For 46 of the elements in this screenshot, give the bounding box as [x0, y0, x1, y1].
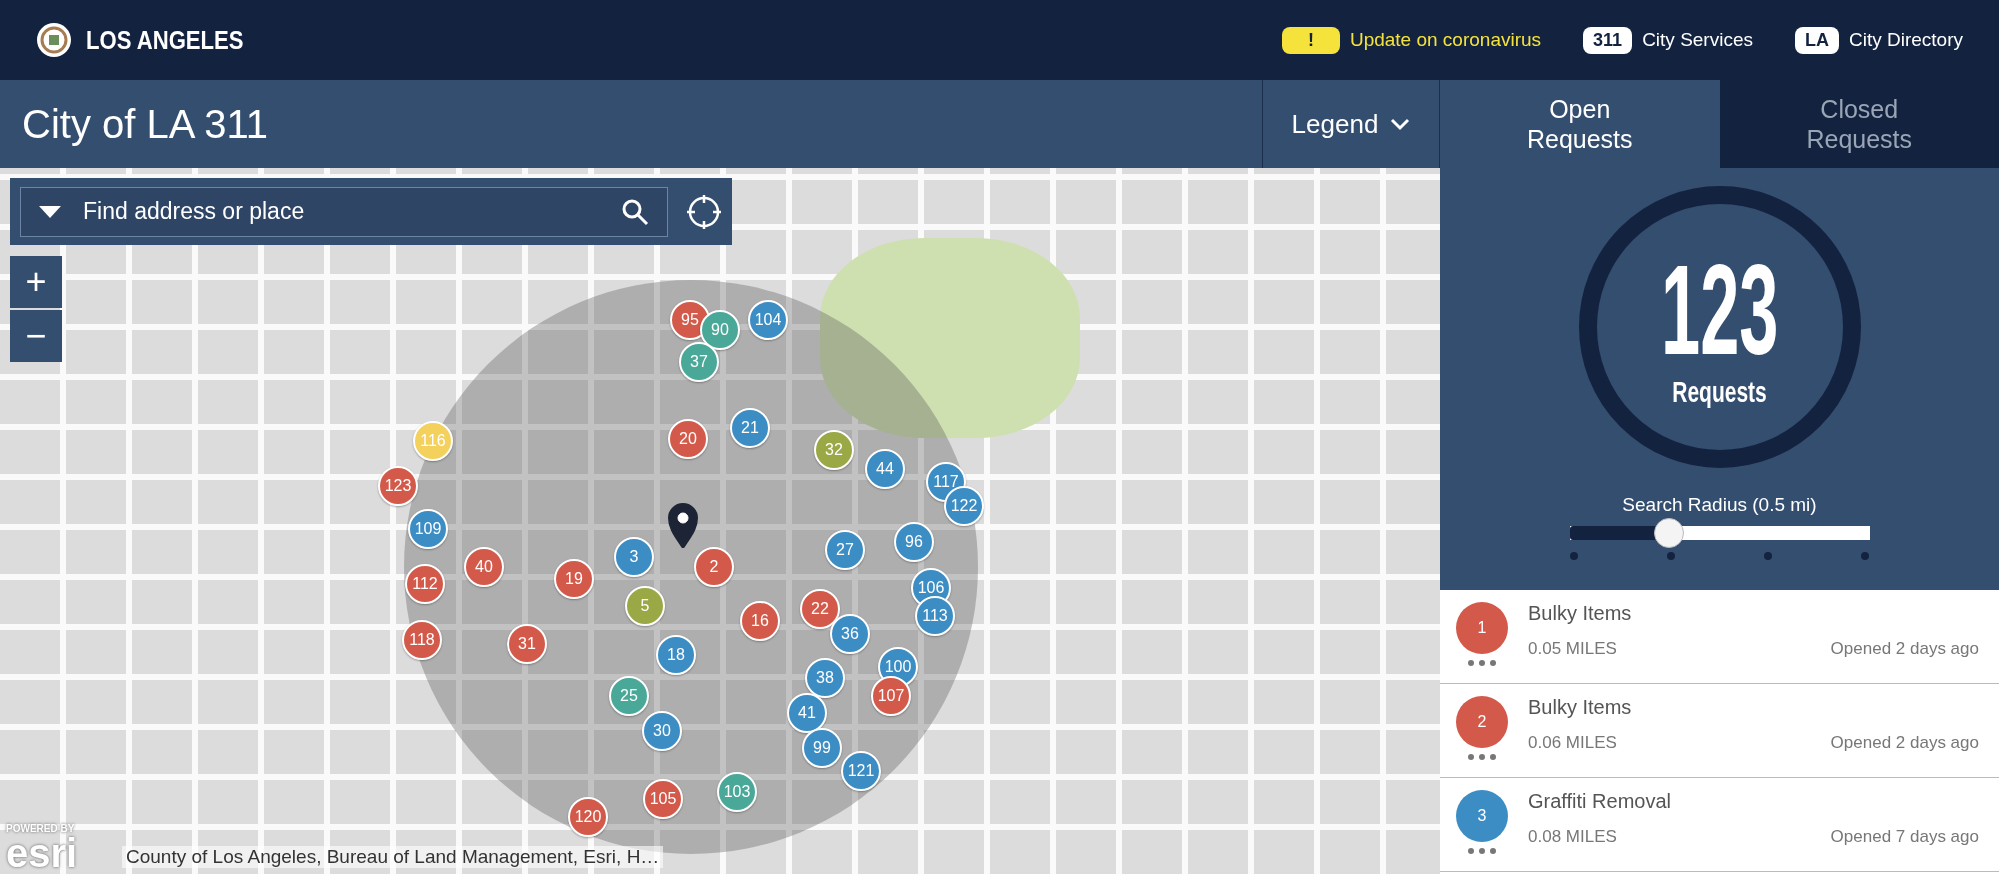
- request-count: 123: [1660, 245, 1779, 375]
- city-seal-icon: [36, 22, 72, 58]
- link-badge: LA: [1795, 26, 1839, 54]
- page-title: City of LA 311: [21, 100, 270, 148]
- request-opened: Opened 7 days ago: [1830, 827, 1979, 847]
- request-number: 1: [1456, 602, 1508, 654]
- request-distance: 0.08 MILES: [1528, 827, 1617, 847]
- more-dots-icon: [1467, 660, 1497, 666]
- request-distance: 0.05 MILES: [1528, 639, 1617, 659]
- coronavirus-update-link[interactable]: ! Update on coronavirus: [1281, 26, 1542, 54]
- more-dots-icon: [1467, 754, 1497, 760]
- zoom-in-button[interactable]: +: [10, 256, 62, 308]
- search-button[interactable]: [621, 197, 649, 226]
- request-item[interactable]: 3 Graffiti Removal 0.08 MILES Opened 7 days ago: [1440, 778, 1999, 872]
- slider-thumb[interactable]: [1653, 518, 1684, 548]
- request-type: Graffiti Removal: [1528, 790, 1672, 813]
- search-field[interactable]: Find address or place: [20, 186, 668, 237]
- request-item[interactable]: 2 Bulky Items 0.06 MILES Opened 2 days ago: [1440, 684, 1999, 778]
- request-type: Bulky Items: [1528, 602, 1633, 625]
- slider-tick: [1861, 552, 1870, 560]
- request-number: 2: [1456, 696, 1508, 748]
- powered-by-label: POWERED BY: [6, 823, 76, 834]
- brand-name: LOS ANGELES: [86, 24, 244, 56]
- more-dots-icon: [1467, 848, 1497, 854]
- slider-tick: [1666, 552, 1675, 560]
- request-number: 3: [1456, 790, 1508, 842]
- header-link[interactable]: LA City Directory: [1795, 26, 1963, 54]
- requests-tab[interactable]: Closed Requests: [1719, 80, 1999, 168]
- alert-badge: !: [1281, 26, 1340, 54]
- slider-tick: [1569, 552, 1578, 560]
- chevron-down-icon: [1390, 117, 1411, 131]
- search-radius-label: Search Radius (0.5 mi): [1622, 494, 1817, 516]
- request-item[interactable]: 1 Bulky Items 0.05 MILES Opened 2 days ago: [1440, 590, 1999, 684]
- count-unit: Requests: [1672, 375, 1767, 409]
- request-opened: Opened 2 days ago: [1830, 639, 1979, 659]
- location-pin-icon: [667, 502, 699, 548]
- request-opened: Opened 2 days ago: [1830, 733, 1979, 753]
- request-distance: 0.06 MILES: [1528, 733, 1617, 753]
- map-attribution: County of Los Angeles, Bureau of Land Management, Esri, H…: [122, 846, 664, 868]
- zoom-out-button[interactable]: −: [10, 310, 62, 362]
- locate-button[interactable]: [686, 193, 722, 230]
- request-type: Bulky Items: [1528, 696, 1633, 719]
- header-link[interactable]: 311 City Services: [1583, 26, 1753, 54]
- slider-tick: [1764, 552, 1773, 560]
- link-badge: 311: [1583, 26, 1633, 54]
- caret-down-icon: [39, 205, 61, 218]
